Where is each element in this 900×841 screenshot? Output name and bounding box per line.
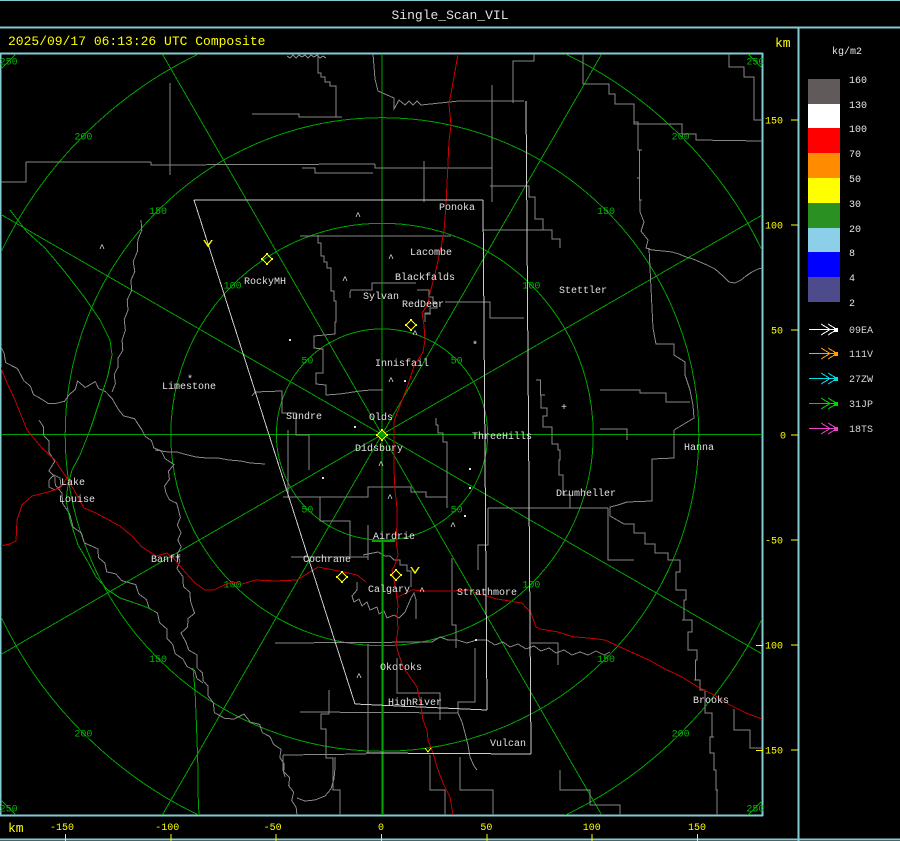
svg-text:20: 20 xyxy=(849,225,861,236)
svg-text:2: 2 xyxy=(849,299,855,310)
svg-text:*: * xyxy=(472,340,478,352)
svg-text:Hanna: Hanna xyxy=(684,443,714,454)
svg-text:^: ^ xyxy=(388,254,394,265)
svg-text:^: ^ xyxy=(450,522,456,533)
svg-text:^: ^ xyxy=(378,461,384,472)
svg-text:-100: -100 xyxy=(155,823,179,834)
svg-text:Louise: Louise xyxy=(59,494,95,506)
svg-text:150: 150 xyxy=(149,207,167,218)
svg-text:111V: 111V xyxy=(849,350,873,361)
svg-text:50: 50 xyxy=(451,506,463,517)
svg-text:200: 200 xyxy=(74,730,92,741)
svg-text:100: 100 xyxy=(224,282,242,293)
svg-text:150: 150 xyxy=(597,655,615,666)
svg-text:-100: -100 xyxy=(759,642,783,653)
svg-text:250: 250 xyxy=(746,804,764,815)
svg-text:Innisfail: Innisfail xyxy=(375,358,429,370)
svg-text:^: ^ xyxy=(99,244,105,255)
svg-text:50: 50 xyxy=(301,506,313,517)
svg-text:150: 150 xyxy=(149,655,167,666)
svg-text:-150: -150 xyxy=(759,747,783,758)
svg-text:Limestone: Limestone xyxy=(162,381,216,393)
svg-text:31JP: 31JP xyxy=(849,400,873,411)
svg-text:Stettler: Stettler xyxy=(559,285,607,297)
svg-text:250: 250 xyxy=(746,58,764,69)
svg-text:50: 50 xyxy=(771,327,783,338)
svg-text:km: km xyxy=(8,821,24,836)
svg-text:18TS: 18TS xyxy=(849,425,873,436)
svg-text:Brooks: Brooks xyxy=(693,695,729,707)
svg-text:70: 70 xyxy=(849,150,861,161)
svg-text:^: ^ xyxy=(356,673,362,684)
svg-text:-50: -50 xyxy=(765,537,783,548)
svg-text:250: 250 xyxy=(0,804,18,815)
svg-text:100: 100 xyxy=(583,823,601,834)
svg-text:100: 100 xyxy=(522,282,540,293)
svg-text:Airdrie: Airdrie xyxy=(373,531,415,543)
svg-text:100: 100 xyxy=(522,580,540,591)
svg-text:Calgary: Calgary xyxy=(368,584,410,596)
svg-text:2025/09/17 06:13:26 UTC Compos: 2025/09/17 06:13:26 UTC Composite xyxy=(8,34,265,49)
svg-text:09EA: 09EA xyxy=(849,326,873,337)
svg-text:^: ^ xyxy=(388,377,394,388)
svg-text:Lake: Lake xyxy=(61,477,85,489)
svg-text:Sundre: Sundre xyxy=(286,411,322,423)
svg-text:Vulcan: Vulcan xyxy=(490,738,526,750)
svg-text:50: 50 xyxy=(451,356,463,367)
svg-text:Drumheller: Drumheller xyxy=(556,488,616,500)
svg-text:100: 100 xyxy=(849,125,867,136)
svg-text:250: 250 xyxy=(0,58,18,69)
svg-text:^: ^ xyxy=(342,276,348,287)
svg-text:50: 50 xyxy=(849,175,861,186)
svg-text:0: 0 xyxy=(378,823,384,834)
svg-text:200: 200 xyxy=(672,730,690,741)
svg-text:Sylvan: Sylvan xyxy=(363,291,399,303)
svg-text:8: 8 xyxy=(849,249,855,260)
svg-text:130: 130 xyxy=(849,101,867,112)
svg-text:km: km xyxy=(775,36,791,51)
svg-text:RedDeer: RedDeer xyxy=(402,299,444,311)
svg-text:0: 0 xyxy=(780,432,786,443)
svg-text:30: 30 xyxy=(849,200,861,211)
svg-text:-150: -150 xyxy=(50,823,74,834)
svg-text:^: ^ xyxy=(412,330,418,341)
svg-text:^: ^ xyxy=(387,494,393,505)
svg-text:Strathmore: Strathmore xyxy=(457,587,517,599)
svg-text:50: 50 xyxy=(480,823,492,834)
svg-text:Banff: Banff xyxy=(151,554,181,566)
svg-text:^: ^ xyxy=(419,587,425,598)
svg-text:Cochrane: Cochrane xyxy=(303,554,351,566)
svg-text:160: 160 xyxy=(849,76,867,87)
svg-text:Okotoks: Okotoks xyxy=(380,662,422,674)
svg-text:HighRiver: HighRiver xyxy=(388,697,442,709)
svg-text:+: + xyxy=(561,403,567,414)
svg-text:150: 150 xyxy=(688,823,706,834)
svg-text:Blackfalds: Blackfalds xyxy=(395,272,455,284)
svg-text:Ponoka: Ponoka xyxy=(439,202,475,214)
svg-text:50: 50 xyxy=(301,356,313,367)
svg-text:kg/m2: kg/m2 xyxy=(832,46,862,58)
svg-text:27ZW: 27ZW xyxy=(849,375,873,386)
svg-text:Olds: Olds xyxy=(369,412,393,424)
svg-text:100: 100 xyxy=(765,222,783,233)
svg-text:Lacombe: Lacombe xyxy=(410,247,452,259)
svg-text:Didsbury: Didsbury xyxy=(355,443,403,455)
svg-text:150: 150 xyxy=(597,207,615,218)
svg-text:150: 150 xyxy=(765,117,783,128)
svg-text:Single_Scan_VIL: Single_Scan_VIL xyxy=(391,8,508,23)
svg-text:-50: -50 xyxy=(264,823,282,834)
svg-text:RockyMH: RockyMH xyxy=(244,276,286,288)
svg-text:4: 4 xyxy=(849,274,855,285)
svg-text:ThreeHills: ThreeHills xyxy=(472,431,532,443)
svg-text:^: ^ xyxy=(355,212,361,223)
svg-text:200: 200 xyxy=(74,132,92,143)
